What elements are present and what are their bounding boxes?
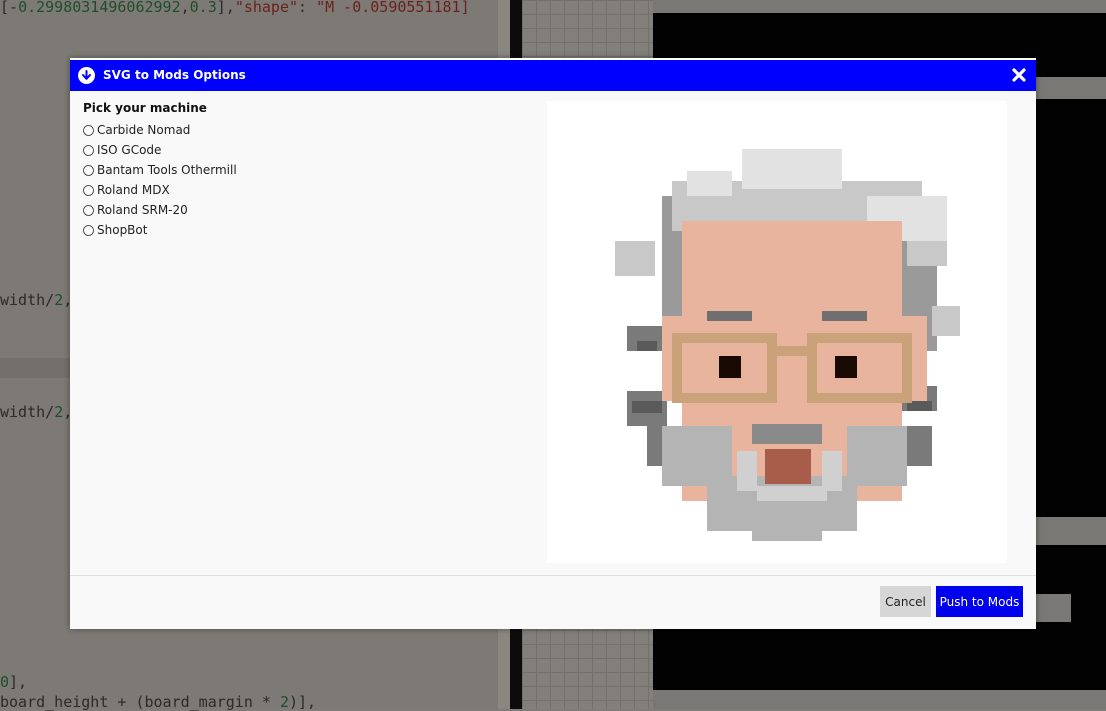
option-label: Roland SRM-20 — [97, 203, 188, 217]
cancel-button[interactable]: Cancel — [880, 586, 931, 617]
dialog-footer: Cancel Push to Mods — [70, 575, 1036, 629]
canvas-strip — [653, 690, 1106, 709]
machine-radio-group: Carbide Nomad ISO GCode Bantam Tools Oth… — [83, 120, 237, 240]
machine-option-iso-gcode[interactable]: ISO GCode — [83, 140, 237, 160]
radio-button[interactable] — [83, 144, 94, 156]
code-line: width/2, — [0, 403, 73, 421]
option-label: Roland MDX — [97, 183, 170, 197]
code-line: board_height + (board_margin * 2)], — [0, 693, 317, 711]
dialog-body: Pick your machine Carbide Nomad ISO GCod… — [70, 91, 1036, 575]
radio-button[interactable] — [83, 164, 94, 176]
option-label: Carbide Nomad — [97, 123, 191, 137]
svg-preview — [547, 101, 1007, 563]
radio-button[interactable] — [83, 224, 94, 236]
pixel-art-portrait — [615, 149, 960, 541]
option-label: ISO GCode — [97, 143, 162, 157]
machine-option-carbide-nomad[interactable]: Carbide Nomad — [83, 120, 237, 140]
close-icon[interactable] — [1010, 66, 1028, 84]
arrow-down-circle-icon — [78, 67, 95, 84]
code-line: [-0.2998031496062992,0.3],"shape": "M -0… — [0, 0, 470, 16]
dialog-header: SVG to Mods Options — [70, 58, 1036, 91]
radio-button[interactable] — [83, 184, 94, 196]
radio-button[interactable] — [83, 124, 94, 136]
code-line: width/2, — [0, 291, 73, 309]
svg-to-mods-dialog: SVG to Mods Options Pick your machine Ca… — [70, 58, 1036, 629]
canvas-strip — [653, 0, 1106, 13]
radio-button[interactable] — [83, 204, 94, 216]
machine-option-roland-mdx[interactable]: Roland MDX — [83, 180, 237, 200]
machine-option-shopbot[interactable]: ShopBot — [83, 220, 237, 240]
machine-option-roland-srm20[interactable]: Roland SRM-20 — [83, 200, 237, 220]
option-label: Bantam Tools Othermill — [97, 163, 237, 177]
machine-option-bantam-othermill[interactable]: Bantam Tools Othermill — [83, 160, 237, 180]
machine-section-title: Pick your machine — [83, 101, 207, 115]
code-line: 0], — [0, 673, 28, 691]
dialog-title: SVG to Mods Options — [103, 68, 246, 82]
option-label: ShopBot — [97, 223, 148, 237]
push-to-mods-button[interactable]: Push to Mods — [936, 586, 1023, 617]
